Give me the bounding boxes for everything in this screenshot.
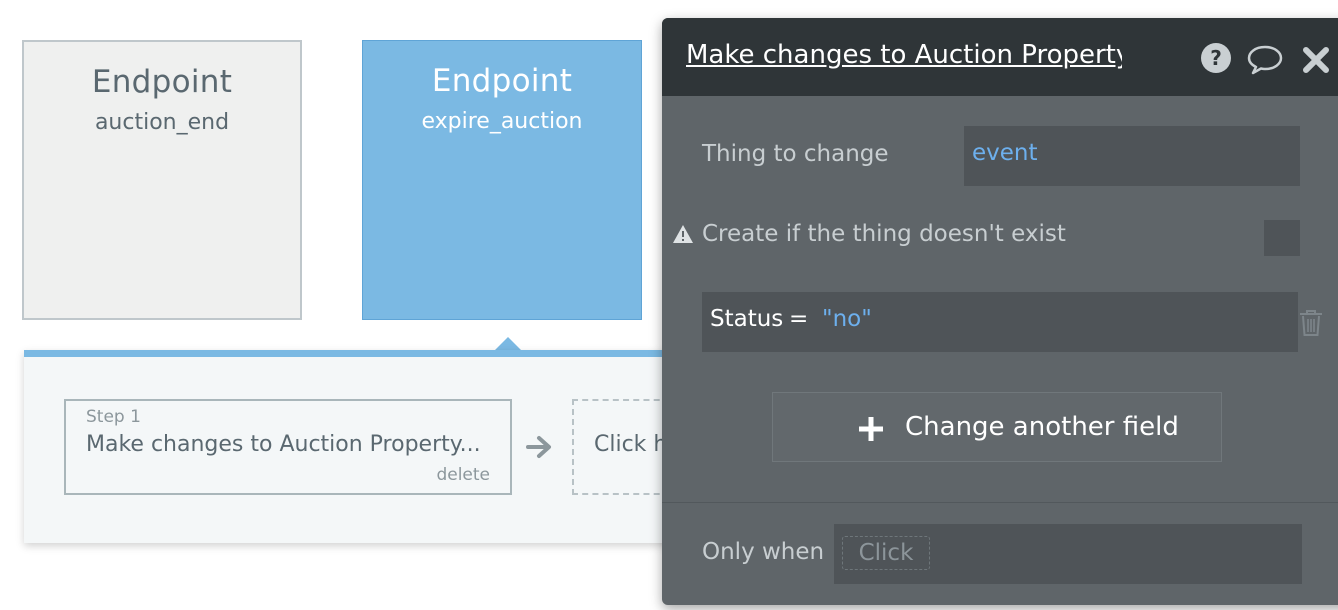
- workflow-step-1[interactable]: Step 1 Make changes to Auction Property.…: [64, 399, 512, 495]
- endpoint-name: expire_auction: [421, 109, 583, 134]
- only-when-condition-field[interactable]: Click: [834, 524, 1302, 584]
- workflow-steps-panel: Step 1 Make changes to Auction Property.…: [24, 350, 772, 543]
- close-x-icon[interactable]: [1302, 46, 1330, 78]
- action-property-editor: Make changes to Auction Property ? Thing…: [662, 18, 1338, 605]
- only-when-label: Only when: [702, 539, 825, 565]
- create-if-missing-label: Create if the thing doesn't exist: [702, 221, 1066, 247]
- thing-to-change-label: Thing to change: [702, 141, 889, 167]
- selected-endpoint-pointer: [494, 337, 522, 351]
- add-step-label: Click h: [594, 432, 668, 457]
- assignment-operator: =: [789, 306, 809, 332]
- endpoint-card-auction-end[interactable]: Endpoint auction_end: [22, 40, 302, 320]
- svg-text:?: ?: [1210, 46, 1222, 70]
- comment-bubble-icon[interactable]: [1246, 44, 1284, 80]
- endpoint-title: Endpoint: [91, 64, 233, 100]
- step-number-label: Step 1: [86, 407, 141, 427]
- plus-icon: [857, 415, 885, 447]
- field-value[interactable]: "no": [822, 306, 872, 332]
- change-another-field-button[interactable]: Change another field: [772, 392, 1222, 462]
- step-action-title: Make changes to Auction Property...: [86, 432, 481, 457]
- create-if-missing-checkbox[interactable]: [1264, 220, 1300, 256]
- editor-header: Make changes to Auction Property ?: [662, 18, 1338, 96]
- question-circle-icon[interactable]: ?: [1200, 42, 1232, 78]
- action-title-input[interactable]: Make changes to Auction Property: [686, 40, 1122, 70]
- endpoint-title: Endpoint: [431, 63, 573, 99]
- endpoint-name: auction_end: [94, 110, 230, 135]
- delete-step-link[interactable]: delete: [436, 465, 490, 485]
- change-another-field-label: Change another field: [905, 412, 1179, 442]
- only-when-placeholder: Click: [842, 536, 930, 570]
- trash-icon[interactable]: [1298, 308, 1324, 342]
- warning-triangle-icon: [672, 224, 694, 248]
- field-name: Status: [710, 306, 784, 332]
- arrow-right-icon: [526, 435, 554, 463]
- thing-to-change-field[interactable]: event: [964, 126, 1300, 186]
- field-assignment-row[interactable]: Status = "no": [702, 292, 1298, 352]
- endpoint-card-expire-auction[interactable]: Endpoint expire_auction: [362, 40, 642, 320]
- workflow-canvas: Endpoint auction_end Endpoint expire_auc…: [0, 0, 1338, 610]
- section-divider: [662, 502, 1338, 503]
